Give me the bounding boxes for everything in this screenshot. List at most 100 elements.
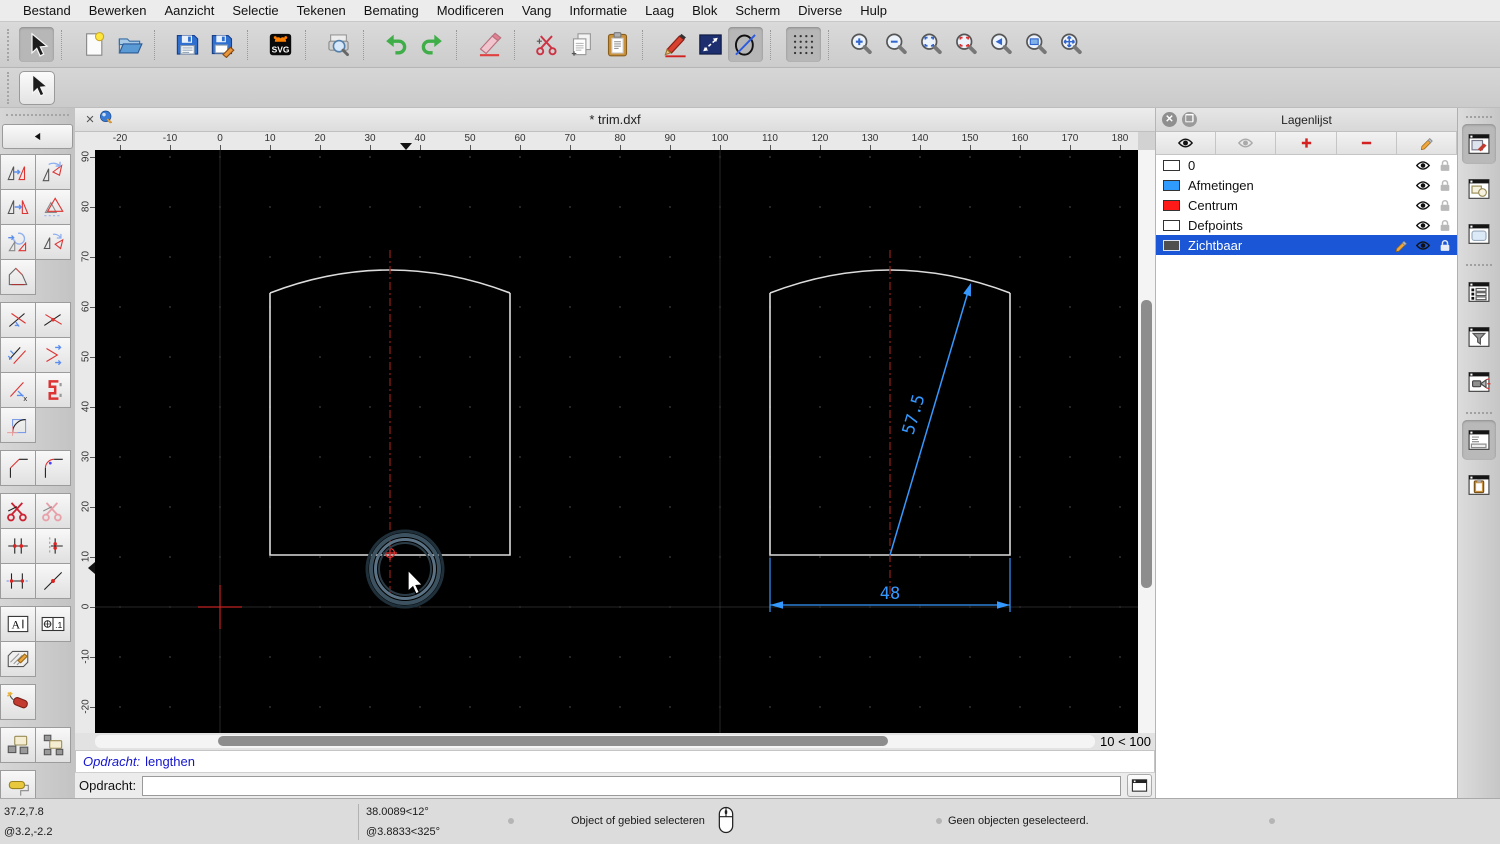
break-out-manual-tool-button[interactable] — [35, 528, 71, 564]
menu-item-hulp[interactable]: Hulp — [851, 3, 896, 18]
menu-item-scherm[interactable]: Scherm — [726, 3, 789, 18]
eye-open-icon[interactable] — [1415, 179, 1431, 192]
paint-order-tool-button[interactable] — [0, 770, 36, 798]
mirror-tool-button[interactable] — [0, 189, 36, 225]
arc-tool-tool-button[interactable] — [0, 407, 36, 443]
horizontal-scrollbar[interactable] — [95, 735, 1095, 748]
menu-item-selectie[interactable]: Selectie — [223, 3, 287, 18]
open-file-button[interactable] — [112, 27, 147, 62]
move-point-tool-button[interactable] — [35, 563, 71, 599]
stretch-move-tool-button[interactable] — [35, 337, 71, 373]
menu-item-bestand[interactable]: Bestand — [14, 3, 80, 18]
explode-tool-button[interactable] — [0, 684, 36, 720]
menu-item-informatie[interactable]: Informatie — [560, 3, 636, 18]
bevel-tool-button[interactable] — [0, 450, 36, 486]
isometric-circle-button[interactable] — [728, 27, 763, 62]
offset-tool-button[interactable] — [0, 337, 36, 373]
library-browser-dock-button[interactable] — [1462, 214, 1496, 254]
trim-two-tool-button[interactable] — [35, 302, 71, 338]
scale-tool-button[interactable] — [35, 189, 71, 225]
eye-open-icon[interactable] — [1415, 159, 1431, 172]
menu-item-diverse[interactable]: Diverse — [789, 3, 851, 18]
dock-handle[interactable] — [1466, 116, 1492, 118]
divide-two-tool-button[interactable] — [35, 493, 71, 529]
layer-row-afmetingen[interactable]: Afmetingen — [1156, 175, 1457, 195]
grid-toggle-button[interactable] — [786, 27, 821, 62]
zoom-back-button[interactable] — [984, 27, 1019, 62]
save-button[interactable] — [170, 27, 205, 62]
menu-item-bewerken[interactable]: Bewerken — [80, 3, 156, 18]
eye-open-icon[interactable] — [1415, 239, 1431, 252]
zoom-window-button[interactable] — [1019, 27, 1054, 62]
clamp-tool-button[interactable] — [35, 372, 71, 408]
pencil-icon[interactable] — [1393, 239, 1409, 252]
trim-tool-button[interactable] — [0, 302, 36, 338]
edit-hatch-tool-button[interactable] — [0, 641, 36, 677]
menu-item-modificeren[interactable]: Modificeren — [428, 3, 513, 18]
remove-layer-button[interactable] — [1337, 132, 1397, 154]
menu-item-laag[interactable]: Laag — [636, 3, 683, 18]
break-out-tool-button[interactable] — [0, 528, 36, 564]
new-file-button[interactable] — [77, 27, 112, 62]
divide-tool-button[interactable] — [0, 493, 36, 529]
list-view-dock-button[interactable] — [1462, 272, 1496, 312]
layer-row-centrum[interactable]: Centrum — [1156, 195, 1457, 215]
lock-icon[interactable] — [1437, 179, 1453, 192]
lengthen-tool-button[interactable]: x — [0, 372, 36, 408]
lock-icon[interactable] — [1437, 199, 1453, 212]
eye-open-icon[interactable] — [1415, 199, 1431, 212]
panel-undock-button[interactable]: ❐ — [1182, 112, 1197, 127]
menu-item-tekenen[interactable]: Tekenen — [288, 3, 355, 18]
command-line-dock-button[interactable] — [1462, 420, 1496, 460]
cut-button[interactable] — [530, 27, 565, 62]
pen-attributes-button[interactable] — [658, 27, 693, 62]
block-list-dock-button[interactable] — [1462, 169, 1496, 209]
delete-eraser-button[interactable] — [472, 27, 507, 62]
dimension-style-button[interactable] — [693, 27, 728, 62]
menu-item-blok[interactable]: Blok — [683, 3, 726, 18]
show-all-layers-button[interactable] — [1156, 132, 1217, 154]
zoom-out-button[interactable] — [879, 27, 914, 62]
block-edit-tool-button[interactable] — [0, 727, 36, 763]
edit-dimension-tool-button[interactable]: .1 — [35, 606, 71, 642]
undo-button[interactable] — [379, 27, 414, 62]
round-corner-tool-button[interactable] — [35, 450, 71, 486]
edit-polyline-tool-button[interactable] — [0, 259, 36, 295]
selection-arrow-button[interactable] — [19, 27, 54, 62]
selection-filter-dock-button[interactable] — [1462, 317, 1496, 357]
paste-button[interactable] — [600, 27, 635, 62]
toolbar-handle[interactable] — [7, 28, 16, 61]
rotate-tool-button[interactable] — [35, 154, 71, 190]
eye-open-icon[interactable] — [1415, 219, 1431, 232]
move-copy-tool-button[interactable] — [0, 154, 36, 190]
zoom-previous-button[interactable] — [949, 27, 984, 62]
horizontal-scrollbar-thumb[interactable] — [218, 736, 888, 746]
clipboard-panel-dock-button[interactable] — [1462, 465, 1496, 505]
current-tool-button[interactable] — [19, 70, 55, 105]
save-as-button[interactable] — [205, 27, 240, 62]
panel-handle[interactable] — [6, 114, 69, 122]
tab-close-button[interactable]: × — [81, 111, 99, 128]
property-editor-dock-button[interactable] — [1462, 124, 1496, 164]
menu-item-aanzicht[interactable]: Aanzicht — [156, 3, 224, 18]
layer-row-zichtbaar[interactable]: Zichtbaar — [1156, 235, 1457, 255]
panel-close-button[interactable]: ✕ — [1162, 112, 1177, 127]
svg-export-button[interactable]: SVG — [263, 27, 298, 62]
edit-text-tool-button[interactable]: A — [0, 606, 36, 642]
rotate-two-tool-button[interactable] — [35, 224, 71, 260]
stretch-tool-button[interactable] — [0, 563, 36, 599]
lock-icon[interactable] — [1437, 159, 1453, 172]
vertical-scrollbar[interactable] — [1138, 150, 1155, 733]
toolbar-handle[interactable] — [7, 71, 16, 104]
menu-item-vang[interactable]: Vang — [513, 3, 560, 18]
vertical-scrollbar-thumb[interactable] — [1141, 300, 1152, 588]
lock-icon[interactable] — [1437, 219, 1453, 232]
layer-row-defpoints[interactable]: Defpoints — [1156, 215, 1457, 235]
zoom-in-button[interactable] — [844, 27, 879, 62]
command-input[interactable] — [142, 775, 1121, 796]
layer-row-0[interactable]: 0 — [1156, 155, 1457, 175]
command-trigger-dock-button[interactable] — [1462, 362, 1496, 402]
command-window-toggle-button[interactable] — [1127, 774, 1152, 797]
lock-icon[interactable] — [1437, 239, 1453, 252]
drawing-canvas[interactable]: 57.5 48 — [95, 150, 1138, 733]
